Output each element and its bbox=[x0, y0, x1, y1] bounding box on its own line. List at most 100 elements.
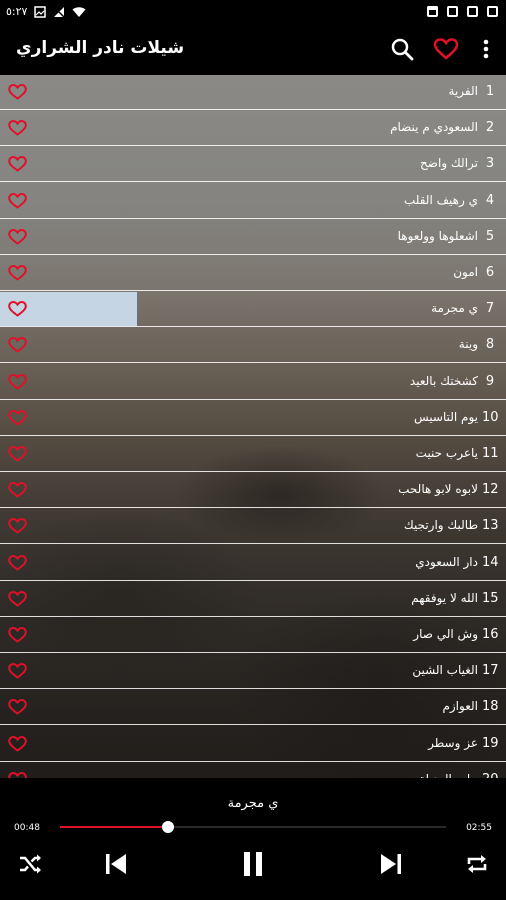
seek-bar[interactable] bbox=[60, 821, 446, 833]
song-row[interactable]: 3 ترالك واضح bbox=[0, 147, 506, 183]
system-icon bbox=[467, 6, 478, 17]
song-title: لابوه لابو هالحب bbox=[398, 482, 478, 497]
status-bar: ٥:٢٧ bbox=[0, 0, 506, 24]
song-row[interactable]: 19 عز وسطر bbox=[0, 727, 506, 762]
heart-outline-icon[interactable] bbox=[8, 155, 27, 173]
heart-outline-icon[interactable] bbox=[8, 83, 27, 100]
song-title: الله لا يوفقهم bbox=[411, 590, 478, 605]
heart-outline-icon[interactable] bbox=[8, 590, 27, 607]
song-title: ياعرب حنيت bbox=[415, 446, 478, 460]
wifi-icon bbox=[72, 7, 86, 17]
song-number: 15 bbox=[482, 590, 499, 606]
song-number: 6 bbox=[485, 265, 495, 280]
heart-outline-icon[interactable] bbox=[8, 771, 27, 778]
song-row[interactable]: 4 ي رهيف القلب bbox=[0, 184, 506, 219]
song-number: 12 bbox=[482, 482, 499, 498]
heart-outline-icon[interactable] bbox=[8, 662, 27, 679]
song-title: الفرية bbox=[448, 84, 478, 98]
song-list[interactable]: 1 الفرية 2 السعودي م ينضام 3 ترالك واضح 4 ي رهي… bbox=[0, 75, 506, 778]
song-number: 7 bbox=[485, 301, 495, 317]
song-row[interactable]: 5 اشعلوها وولعوها bbox=[0, 220, 506, 255]
song-number: 13 bbox=[482, 518, 499, 534]
song-title: ي رهيف القلب bbox=[403, 192, 478, 207]
song-row[interactable]: 11 ياعرب حنيت bbox=[0, 437, 506, 472]
heart-outline-icon[interactable] bbox=[8, 735, 27, 752]
status-time: ٥:٢٧ bbox=[6, 5, 28, 18]
notification-icons bbox=[34, 6, 86, 18]
heart-icon[interactable] bbox=[433, 36, 459, 62]
song-title: طالبك وارتجيك bbox=[403, 518, 478, 533]
heart-outline-icon[interactable] bbox=[8, 445, 27, 462]
system-icon bbox=[487, 6, 498, 17]
song-row[interactable]: 8 وينة bbox=[0, 328, 506, 364]
song-title: كشختك بالعيد bbox=[409, 373, 478, 388]
song-title: الغياب الشين bbox=[412, 663, 478, 678]
song-row[interactable]: 10 يوم التاسيس bbox=[0, 401, 506, 436]
heart-outline-icon[interactable] bbox=[8, 626, 27, 643]
heart-outline-icon[interactable] bbox=[8, 554, 27, 571]
song-row[interactable]: 1 الفرية bbox=[0, 75, 506, 110]
heart-outline-icon[interactable] bbox=[8, 300, 27, 317]
song-row[interactable]: 7 ي مجرمة bbox=[0, 292, 506, 328]
song-title: عز وسطر bbox=[428, 735, 478, 750]
song-row[interactable]: 18 العوازم bbox=[0, 690, 506, 726]
song-row[interactable]: 6 امون bbox=[0, 256, 506, 291]
repeat-icon[interactable] bbox=[463, 850, 491, 878]
song-title: اشعلوها وولعوها bbox=[397, 228, 478, 243]
skip-next-icon[interactable] bbox=[377, 850, 405, 878]
pause-icon[interactable] bbox=[239, 850, 267, 878]
song-number: 2 bbox=[485, 120, 495, 136]
song-number: 3 bbox=[485, 156, 495, 172]
song-number: 9 bbox=[485, 373, 495, 389]
song-title: وش الي صار bbox=[413, 627, 478, 641]
song-number: 11 bbox=[482, 446, 499, 461]
song-number: 10 bbox=[482, 409, 499, 425]
heart-outline-icon[interactable] bbox=[8, 409, 27, 426]
song-title: يوم التاسيس bbox=[413, 409, 478, 424]
song-title: دار السعودي bbox=[415, 554, 478, 569]
song-number: 18 bbox=[482, 699, 499, 715]
song-row[interactable]: 12 لابوه لابو هالحب bbox=[0, 473, 506, 509]
no-signal-icon bbox=[53, 6, 65, 18]
player-bar: ي مجرمة 00:48 02:55 bbox=[0, 778, 506, 900]
heart-outline-icon[interactable] bbox=[8, 517, 27, 535]
song-title: السعودي م ينضام bbox=[390, 120, 478, 135]
song-number: 5 bbox=[485, 228, 495, 244]
heart-outline-icon[interactable] bbox=[8, 698, 27, 716]
song-title: ي مجرمة bbox=[431, 301, 478, 316]
song-row[interactable]: 15 الله لا يوفقهم bbox=[0, 582, 506, 617]
song-number: 16 bbox=[482, 627, 499, 642]
song-number: 1 bbox=[485, 84, 495, 99]
song-title: العوازم bbox=[442, 699, 478, 714]
heart-outline-icon[interactable] bbox=[8, 481, 27, 498]
song-row[interactable]: 9 كشختك بالعيد bbox=[0, 365, 506, 400]
heart-outline-icon[interactable] bbox=[8, 264, 27, 281]
more-vert-icon[interactable] bbox=[474, 36, 498, 62]
song-row[interactable]: 20جات العديلة bbox=[0, 763, 506, 778]
song-title: امون bbox=[453, 265, 478, 279]
heart-outline-icon[interactable] bbox=[8, 228, 27, 245]
system-icon bbox=[427, 6, 438, 10]
total-time: 02:55 bbox=[466, 823, 492, 833]
song-number: 14 bbox=[482, 554, 499, 570]
song-row[interactable]: 2 السعودي م ينضام bbox=[0, 111, 506, 147]
song-number: 8 bbox=[485, 337, 495, 353]
song-title: ترالك واضح bbox=[420, 156, 478, 171]
shuffle-icon[interactable] bbox=[16, 850, 44, 878]
skip-previous-icon[interactable] bbox=[102, 850, 130, 878]
system-icon bbox=[447, 6, 458, 17]
song-row[interactable]: 14 دار السعودي bbox=[0, 546, 506, 581]
search-icon[interactable] bbox=[389, 36, 415, 62]
song-row[interactable]: 17 الغياب الشين bbox=[0, 654, 506, 690]
current-time: 00:48 bbox=[14, 823, 40, 833]
song-row[interactable]: 13 طالبك وارتجيك bbox=[0, 509, 506, 545]
heart-outline-icon[interactable] bbox=[8, 192, 27, 209]
song-number: 19 bbox=[482, 735, 499, 751]
heart-outline-icon[interactable] bbox=[8, 336, 27, 354]
song-number: 17 bbox=[482, 663, 499, 679]
system-icons bbox=[427, 6, 498, 17]
heart-outline-icon[interactable] bbox=[8, 119, 27, 136]
song-row[interactable]: 16 وش الي صار bbox=[0, 618, 506, 653]
seek-thumb[interactable] bbox=[162, 821, 175, 833]
heart-outline-icon[interactable] bbox=[8, 373, 27, 390]
